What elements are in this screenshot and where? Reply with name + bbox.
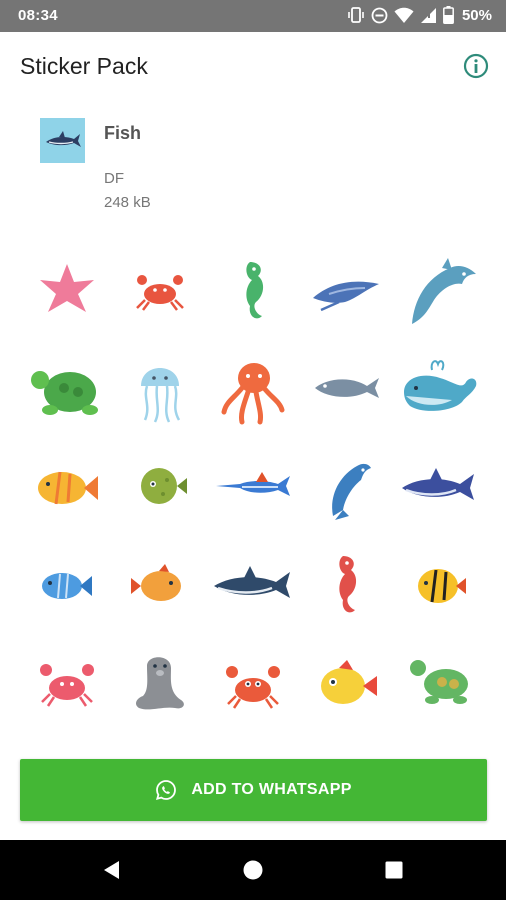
sticker-green-turtle[interactable] [392,636,486,730]
red-crab-icon [226,666,280,709]
sticker-round-yellow-fish[interactable] [299,636,393,730]
sticker-shark[interactable] [392,440,486,534]
blue-dolphin-icon [332,463,371,520]
pufferfish-icon [141,468,187,504]
add-to-whatsapp-button[interactable]: ADD TO WHATSAPP [20,759,487,821]
red-seahorse-icon [339,556,357,613]
sticker-jellyfish[interactable] [113,342,207,436]
sticker-octopus[interactable] [206,342,300,436]
pink-crab-icon [40,664,94,707]
pack-author: DF [104,170,124,187]
striped-fish-icon [418,569,466,603]
octopus-icon [221,363,285,425]
sticker-striped-fish[interactable] [392,538,486,632]
status-icons: 50% [347,6,492,24]
seahorse-icon [246,262,264,319]
do-not-disturb-icon [371,7,388,23]
green-turtle-icon [410,660,468,704]
vibrate-icon [348,7,364,23]
sticker-dark-shark[interactable] [206,538,300,632]
dolphin-icon [412,258,476,324]
app-bar: Sticker Pack [0,32,506,100]
battery-percent: 50% [461,6,492,24]
blue-fish-icon [42,573,92,599]
shark-icon [46,131,81,147]
sticker-red-crab[interactable] [206,636,300,730]
back-icon[interactable] [100,858,124,882]
page-title: Sticker Pack [20,53,148,79]
info-button[interactable] [462,52,490,80]
seal-icon [136,657,184,710]
sticker-seal[interactable] [113,636,207,730]
add-button-label: ADD TO WHATSAPP [191,781,352,798]
pack-name: Fish [104,123,142,143]
turtle-icon [31,371,98,415]
orange-fish-icon [131,564,181,601]
sticker-yellow-fish[interactable] [20,440,114,534]
grey-fish-icon [315,378,379,398]
whatsapp-icon [156,780,177,800]
recents-icon[interactable] [382,858,406,882]
jellyfish-icon [141,368,181,423]
pack-header: Fish DF 248 kB [0,100,506,240]
sticker-starfish[interactable] [20,244,114,338]
cell-signal-icon [420,7,436,23]
sticker-manta-ray[interactable] [299,244,393,338]
wifi-icon [394,7,414,23]
sticker-grey-fish[interactable] [299,342,393,436]
sticker-blue-dolphin[interactable] [299,440,393,534]
home-icon[interactable] [241,858,265,882]
status-time: 08:34 [18,7,58,24]
pack-size: 248 kB [104,194,151,211]
crab-icon [136,275,184,311]
status-bar: 08:34 50% [0,0,506,32]
round-yellow-fish-icon [321,660,377,704]
sticker-pink-crab[interactable] [20,636,114,730]
sticker-pufferfish[interactable] [113,440,207,534]
starfish-icon [40,264,94,312]
sticker-swordfish[interactable] [206,440,300,534]
sticker-crab[interactable] [113,244,207,338]
shark-sticker-icon [402,468,474,500]
dark-shark-icon [214,566,290,598]
sticker-whale[interactable] [392,342,486,436]
sticker-turtle[interactable] [20,342,114,436]
sticker-red-seahorse[interactable] [299,538,393,632]
sticker-blue-fish[interactable] [20,538,114,632]
sticker-seahorse[interactable] [206,244,300,338]
swordfish-icon [216,472,290,496]
battery-icon [443,6,454,24]
whale-icon [404,360,477,411]
tray-image [40,118,85,163]
sticker-grid [20,244,486,734]
yellow-fish-icon [38,471,98,505]
sticker-dolphin[interactable] [392,244,486,338]
manta-ray-icon [313,281,379,312]
info-icon [463,53,489,79]
sticker-orange-fish[interactable] [113,538,207,632]
navigation-bar [0,840,506,900]
